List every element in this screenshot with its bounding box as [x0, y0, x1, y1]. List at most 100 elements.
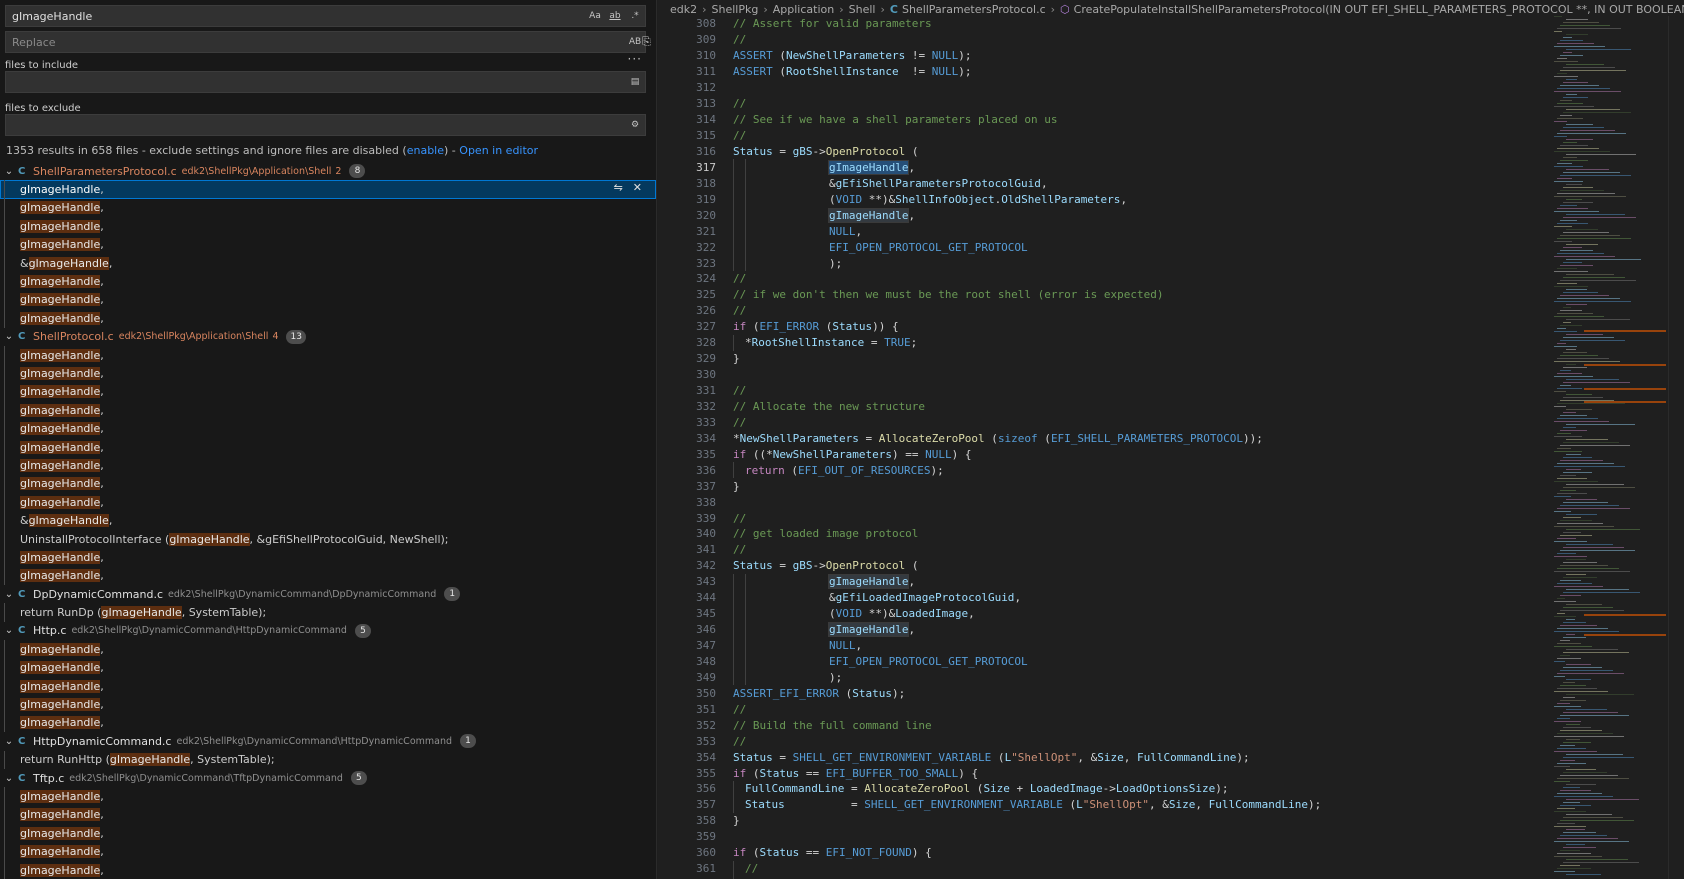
result-match-row[interactable]: gImageHandle,: [0, 475, 656, 493]
code-lines[interactable]: 308// Assert for valid parameters 309// 31…: [658, 16, 1558, 879]
result-match-row[interactable]: gImageHandle,: [0, 364, 656, 382]
result-match-row[interactable]: return RunDp (gImageHandle, SystemTable)…: [0, 603, 656, 621]
result-match-row[interactable]: gImageHandle,: [0, 677, 656, 695]
result-match-row[interactable]: gImageHandle, ⇋ ✕: [0, 180, 656, 199]
code-line[interactable]: 342 Status = gBS->OpenProtocol (: [658, 558, 1558, 574]
result-match-row[interactable]: gImageHandle,: [0, 438, 656, 456]
code-line[interactable]: 309 //: [658, 32, 1558, 48]
code-line[interactable]: 354 Status = SHELL_GET_ENVIRONMENT_VARIAB…: [658, 749, 1558, 765]
chevron-down-icon[interactable]: ⌄: [0, 736, 16, 747]
code-line[interactable]: 340 // get loaded image protocol: [658, 526, 1558, 542]
result-match-row[interactable]: & gImageHandle,: [0, 254, 656, 272]
code-line[interactable]: 345 (VOID **)&LoadedImage,: [658, 605, 1558, 622]
code-line[interactable]: 336 return (EFI_OUT_OF_RESOURCES);: [658, 462, 1558, 479]
result-match-row[interactable]: gImageHandle,: [0, 383, 656, 401]
chevron-down-icon[interactable]: ⌄: [0, 589, 16, 600]
result-match-row[interactable]: gImageHandle,: [0, 824, 656, 842]
code-line[interactable]: 312: [658, 80, 1558, 96]
result-match-row[interactable]: gImageHandle,: [0, 640, 656, 658]
files-to-include-input[interactable]: ▤: [5, 71, 646, 93]
result-match-row[interactable]: gImageHandle,: [0, 456, 656, 474]
open-editors-only-icon[interactable]: ▤: [625, 73, 645, 91]
code-line[interactable]: 338: [658, 494, 1558, 510]
close-icon[interactable]: ✕: [633, 181, 642, 194]
code-line[interactable]: 314 // See if we have a shell parameters …: [658, 112, 1558, 128]
result-file-row[interactable]: ⌄ C Tftp.c edk2\ShellPkg\DynamicCommand\Tft…: [0, 769, 656, 787]
code-line[interactable]: 334 *NewShellParameters = AllocateZeroPoo…: [658, 430, 1558, 446]
code-line[interactable]: 341 //: [658, 542, 1558, 558]
result-match-row[interactable]: gImageHandle,: [0, 291, 656, 309]
code-line[interactable]: 349);: [658, 669, 1558, 686]
code-line[interactable]: 330: [658, 367, 1558, 383]
result-match-row[interactable]: gImageHandle,: [0, 787, 656, 805]
code-line[interactable]: 316 Status = gBS->OpenProtocol (: [658, 144, 1558, 160]
chevron-down-icon[interactable]: ⌄: [0, 331, 16, 342]
code-line[interactable]: 353 //: [658, 733, 1558, 749]
result-match-row[interactable]: gImageHandle,: [0, 346, 656, 364]
regex-toggle-icon[interactable]: .*: [625, 7, 645, 25]
result-match-row[interactable]: gImageHandle,: [0, 236, 656, 254]
code-line[interactable]: 358}: [658, 813, 1558, 829]
code-line[interactable]: 347 NULL,: [658, 637, 1558, 654]
result-file-row[interactable]: ⌄ C DpDynamicCommand.c edk2\ShellPkg\Dynami…: [0, 585, 656, 603]
code-line[interactable]: 339 //: [658, 510, 1558, 526]
result-match-row[interactable]: gImageHandle,: [0, 419, 656, 437]
code-line[interactable]: 333 //: [658, 414, 1558, 430]
code-line[interactable]: 320 gImageHandle,: [658, 207, 1558, 224]
result-file-row[interactable]: ⌄ C Http.c edk2\ShellPkg\DynamicCommand\Htt…: [0, 622, 656, 640]
chevron-down-icon[interactable]: ⌄: [0, 625, 16, 636]
code-line[interactable]: 352 // Build the full command line: [658, 717, 1558, 733]
code-line[interactable]: 357 Status = SHELL_GET_ENVIRONMENT_VARIAB…: [658, 796, 1558, 813]
replace-all-icon[interactable]: ⎘: [642, 35, 656, 49]
code-line[interactable]: 329}: [658, 351, 1558, 367]
result-match-row[interactable]: gImageHandle,: [0, 217, 656, 235]
chevron-down-icon[interactable]: ⌄: [0, 166, 16, 177]
code-line[interactable]: 356 FullCommandLine = AllocateZeroPool (S…: [658, 781, 1558, 797]
code-line[interactable]: 337}: [658, 478, 1558, 494]
code-line[interactable]: 332 // Allocate the new structure: [658, 399, 1558, 415]
result-match-row[interactable]: gImageHandle,: [0, 861, 656, 879]
result-match-row[interactable]: UninstallProtocolInterface (gImageHandle…: [0, 530, 656, 548]
code-line[interactable]: 344 &gEfiLoadedImageProtocolGuid,: [658, 589, 1558, 606]
result-match-row[interactable]: gImageHandle,: [0, 272, 656, 290]
code-line[interactable]: 313 //: [658, 96, 1558, 112]
code-line[interactable]: 355 if (Status == EFI_BUFFER_TOO_SMALL) {: [658, 765, 1558, 781]
code-line[interactable]: 324 //: [658, 271, 1558, 287]
minimap[interactable]: [1554, 16, 1666, 879]
breadcrumb-item[interactable]: Shell: [849, 3, 876, 16]
use-exclude-settings-icon[interactable]: ⚙: [625, 116, 645, 134]
result-match-row[interactable]: return RunHttp (gImageHandle, SystemTabl…: [0, 751, 656, 769]
more-options-icon[interactable]: ···: [628, 52, 642, 66]
code-line[interactable]: 325 // if we don't then we must be the ro…: [658, 287, 1558, 303]
match-case-toggle[interactable]: Aa: [585, 7, 605, 25]
code-line[interactable]: 327 if (EFI_ERROR (Status)) {: [658, 319, 1558, 335]
result-match-row[interactable]: gImageHandle,: [0, 309, 656, 327]
code-line[interactable]: 331 //: [658, 383, 1558, 399]
result-file-row[interactable]: ⌄ C ShellProtocol.c edk2\ShellPkg\Applicati…: [0, 328, 656, 346]
code-line[interactable]: 315 //: [658, 128, 1558, 144]
breadcrumb-item[interactable]: ShellParametersProtocol.c: [902, 3, 1046, 16]
open-in-editor-link[interactable]: Open in editor: [459, 144, 538, 157]
breadcrumb-item[interactable]: CreatePopulateInstallShellParametersProt…: [1074, 3, 1684, 16]
code-line[interactable]: 348 EFI_OPEN_PROTOCOL_GET_PROTOCOL: [658, 653, 1558, 670]
result-file-row[interactable]: ⌄ C ShellParametersProtocol.c edk2\ShellPkg…: [0, 162, 656, 180]
code-line[interactable]: 322 EFI_OPEN_PROTOCOL_GET_PROTOCOL: [658, 239, 1558, 256]
code-line[interactable]: 326 //: [658, 303, 1558, 319]
breadcrumb-item[interactable]: edk2: [670, 3, 697, 16]
result-match-row[interactable]: gImageHandle,: [0, 695, 656, 713]
chevron-down-icon[interactable]: ⌄: [0, 773, 16, 784]
breadcrumb-item[interactable]: Application: [773, 3, 834, 16]
result-match-row[interactable]: gImageHandle,: [0, 199, 656, 217]
result-file-row[interactable]: ⌄ C HttpDynamicCommand.c edk2\ShellPkg\Dyna…: [0, 732, 656, 750]
code-line[interactable]: 308 // Assert for valid parameters: [658, 16, 1558, 32]
result-match-row[interactable]: gImageHandle,: [0, 806, 656, 824]
code-line[interactable]: 319 (VOID **)&ShellInfoObject.OldShellPar…: [658, 191, 1558, 208]
result-match-row[interactable]: gImageHandle,: [0, 659, 656, 677]
search-input[interactable]: gImageHandle Aa ab .*: [5, 5, 646, 27]
code-line[interactable]: 311 ASSERT (RootShellInstance != NULL);: [658, 64, 1558, 80]
code-line[interactable]: 360 if (Status == EFI_NOT_FOUND) {: [658, 845, 1558, 861]
files-to-exclude-input[interactable]: ⚙: [5, 114, 646, 136]
code-line[interactable]: 323);: [658, 255, 1558, 271]
result-match-row[interactable]: gImageHandle,: [0, 842, 656, 860]
code-line[interactable]: 328 *RootShellInstance = TRUE;: [658, 334, 1558, 351]
